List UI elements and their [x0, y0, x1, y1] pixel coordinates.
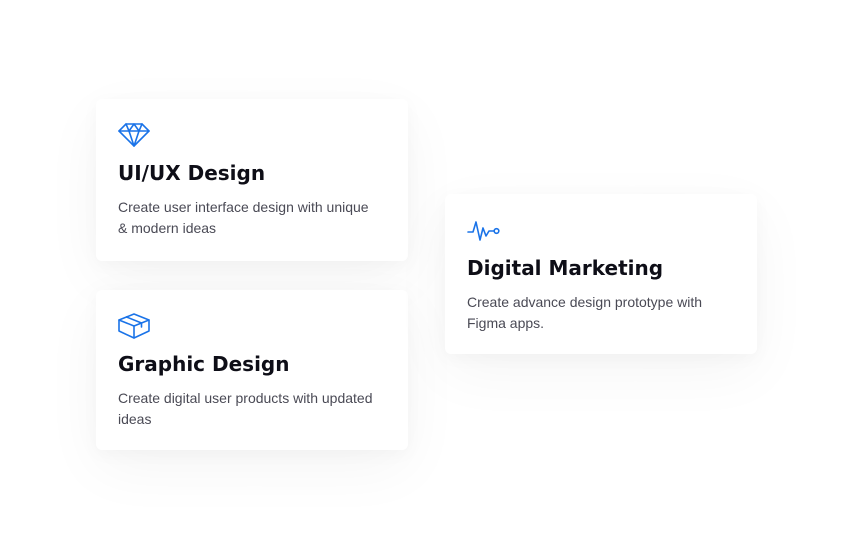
- pulse-icon: [467, 216, 503, 244]
- service-title: Digital Marketing: [467, 256, 664, 280]
- service-title: UI/UX Design: [118, 161, 266, 185]
- service-card-graphic-design[interactable]: Graphic Design Create digital user produ…: [96, 290, 408, 450]
- service-description: Create user interface design with unique…: [118, 199, 369, 236]
- service-card-uiux-design[interactable]: UI/UX Design Create user interface desig…: [96, 99, 408, 261]
- service-title: Graphic Design: [118, 352, 290, 376]
- box-icon: [118, 312, 154, 340]
- services-section: UI/UX Design Create user interface desig…: [0, 0, 862, 550]
- service-description: Create advance design prototype with Fig…: [467, 294, 703, 331]
- service-description: Create digital user products with update…: [118, 390, 373, 427]
- service-card-digital-marketing[interactable]: Digital Marketing Create advance design …: [445, 194, 757, 354]
- diamond-icon: [118, 121, 154, 149]
